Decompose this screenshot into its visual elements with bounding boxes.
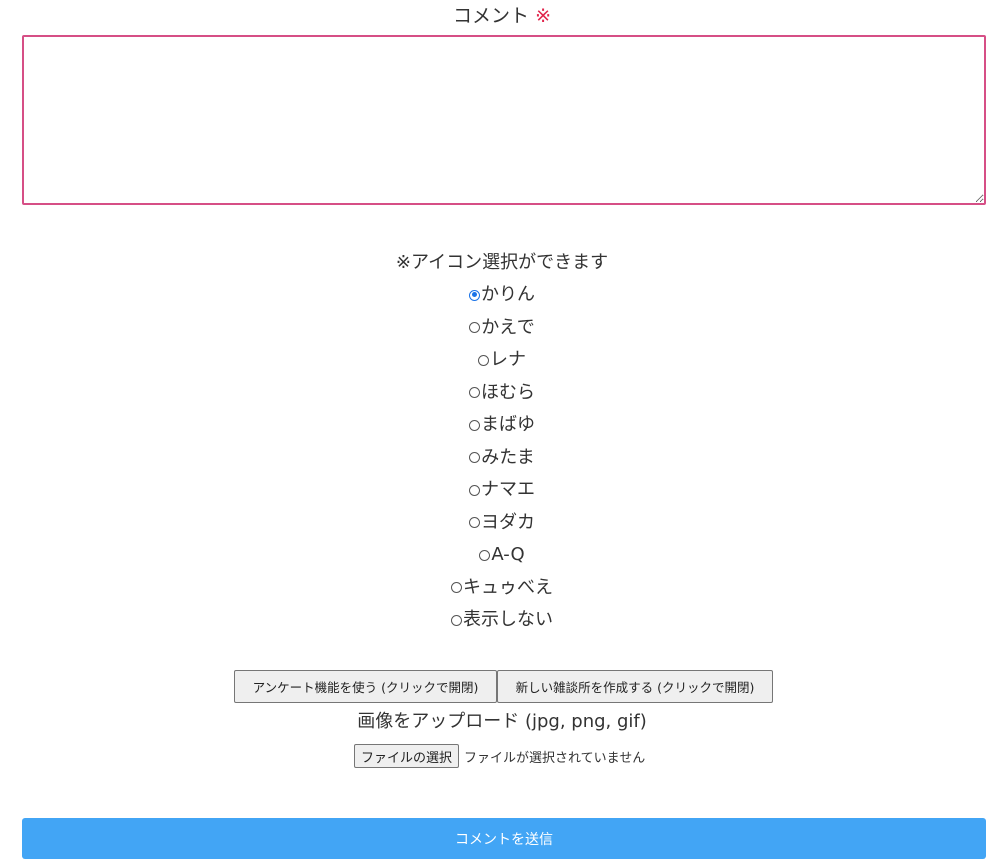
icon-option[interactable]: みたま [0, 442, 1004, 475]
icon-option-label: みたま [481, 446, 535, 468]
icon-radio-list: かりん かえで レナ ほむら まばゆ みたま ナマエ ヨダカ A-Q キュゥべえ… [0, 279, 1004, 637]
radio-button[interactable] [469, 484, 480, 496]
comment-form: コメント ※ ※アイコン選択ができます かりん かえで レナ ほむら まばゆ み… [0, 0, 1004, 863]
icon-option-label: かりん [481, 284, 535, 306]
comment-label: コメント ※ [0, 4, 1004, 28]
upload-label: 画像をアップロード (jpg, png, gif) [357, 711, 647, 732]
submit-comment-button[interactable]: コメントを送信 [22, 818, 986, 859]
icon-option-label: ほむら [481, 381, 535, 403]
icon-option-label: かえで [481, 316, 535, 338]
radio-button[interactable] [469, 289, 480, 301]
icon-option-label: まばゆ [481, 414, 535, 436]
icon-option-label: 表示しない [463, 609, 553, 631]
file-status-text: ファイルが選択されていません [464, 750, 646, 766]
radio-button[interactable] [469, 517, 480, 529]
new-thread-toggle-button[interactable]: 新しい雑談所を作成する (クリックで開閉) [497, 670, 773, 703]
icon-option[interactable]: かえで [0, 312, 1004, 345]
comment-textarea[interactable] [22, 35, 986, 205]
icon-option-label: ヨダカ [481, 511, 535, 533]
toggle-button-row: アンケート機能を使う (クリックで開閉) 新しい雑談所を作成する (クリックで開… [234, 670, 773, 703]
icon-option[interactable]: 表示しない [0, 604, 1004, 637]
icon-option-label: レナ [490, 349, 526, 371]
choose-file-button[interactable]: ファイルの選択 [354, 744, 460, 768]
icon-option[interactable]: レナ [0, 344, 1004, 377]
file-input: ファイルの選択 ファイルが選択されていません [354, 744, 645, 768]
icon-option[interactable]: ほむら [0, 377, 1004, 410]
radio-button[interactable] [451, 614, 462, 626]
icon-option[interactable]: かりん [0, 279, 1004, 312]
radio-button[interactable] [478, 354, 489, 366]
radio-button[interactable] [469, 419, 480, 431]
radio-button[interactable] [451, 582, 462, 594]
icon-option[interactable]: ナマエ [0, 474, 1004, 507]
icon-option-label: A-Q [491, 544, 525, 566]
icon-option-label: キュゥべえ [463, 576, 553, 598]
icon-option[interactable]: キュゥべえ [0, 572, 1004, 605]
radio-button[interactable] [469, 322, 481, 334]
comment-label-text: コメント [453, 5, 530, 27]
icon-option[interactable]: まばゆ [0, 409, 1004, 442]
radio-button[interactable] [479, 549, 491, 561]
survey-toggle-button[interactable]: アンケート機能を使う (クリックで開閉) [234, 670, 497, 703]
icon-option-label: ナマエ [481, 479, 535, 501]
icon-option[interactable]: A-Q [0, 539, 1004, 572]
radio-button[interactable] [469, 452, 481, 464]
required-mark: ※ [535, 5, 551, 27]
icon-option[interactable]: ヨダカ [0, 507, 1004, 540]
radio-button[interactable] [469, 387, 480, 399]
icon-select-note: ※アイコン選択ができます [395, 252, 609, 273]
